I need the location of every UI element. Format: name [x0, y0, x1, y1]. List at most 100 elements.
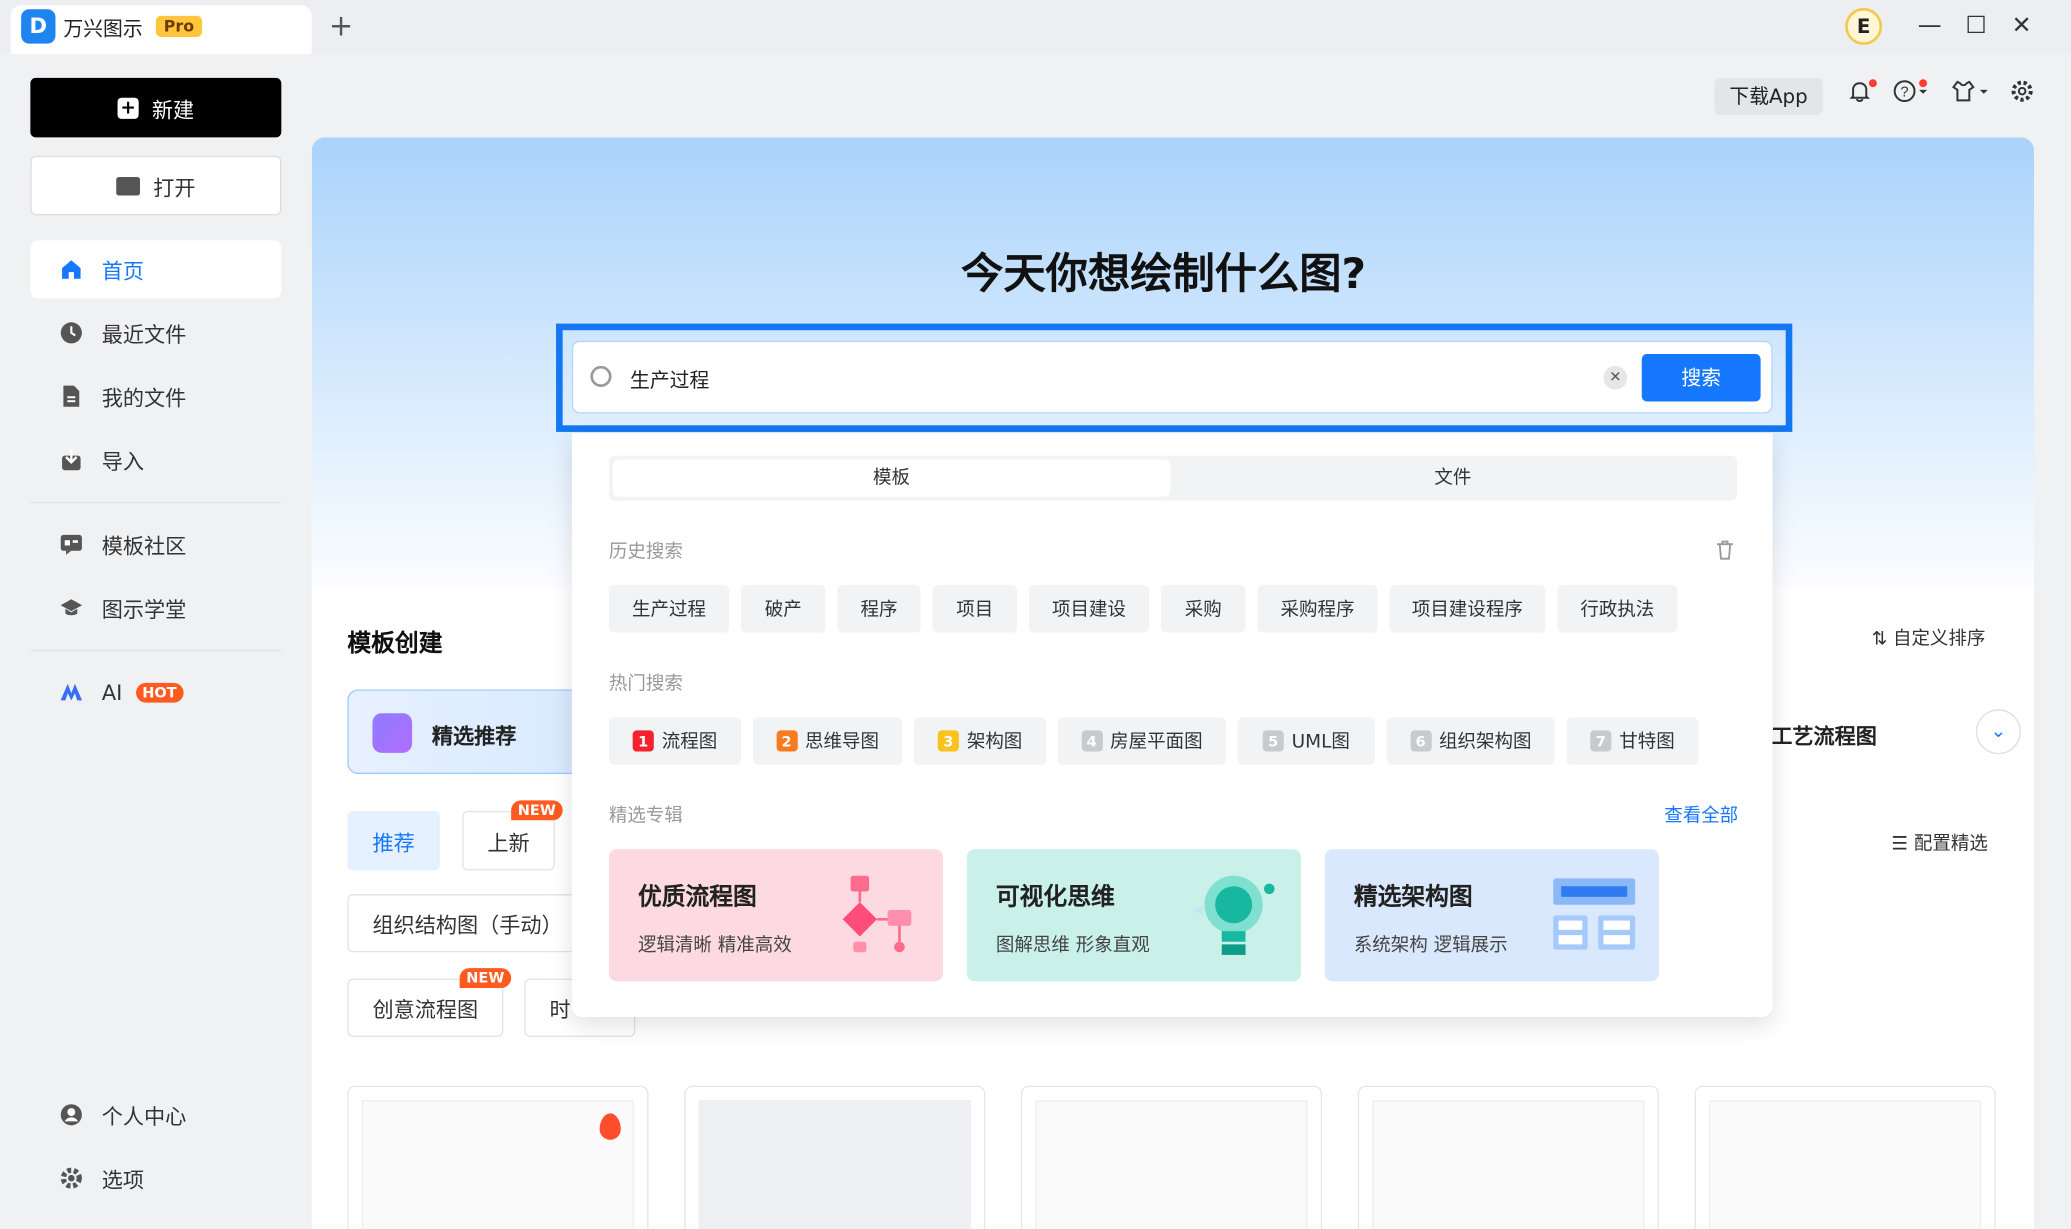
sidebar-item-label: 选项	[101, 1167, 144, 1193]
thumbnail-preview	[1372, 1100, 1645, 1229]
template-thumbnail[interactable]	[1357, 1085, 1659, 1229]
rank-badge: 3	[937, 730, 959, 752]
ai-icon	[59, 680, 83, 704]
sidebar-item-label: 图示学堂	[101, 597, 187, 623]
template-section-title: 模板创建	[347, 630, 443, 658]
minimize-icon[interactable]: —	[1918, 12, 1942, 40]
featured-card-architecture[interactable]: 精选架构图 系统架构 逻辑展示	[1324, 849, 1659, 982]
history-chip[interactable]: 项目建设	[1028, 585, 1150, 633]
maximize-icon[interactable]: ☐	[1965, 12, 1986, 40]
sidebar-item-label: 最近文件	[101, 322, 187, 348]
chevron-down-icon[interactable]: ⌄	[1975, 709, 2021, 755]
clock-icon	[59, 321, 83, 345]
hot-chip[interactable]: 4 房屋平面图	[1057, 717, 1226, 765]
history-chip[interactable]: 项目建设程序	[1389, 585, 1546, 633]
avatar[interactable]: E	[1845, 7, 1883, 45]
template-thumbnail[interactable]	[347, 1085, 649, 1229]
new-badge: NEW	[511, 800, 563, 821]
hot-chip[interactable]: 6 组织架构图	[1386, 717, 1555, 765]
close-icon[interactable]: ✕	[2012, 12, 2032, 40]
sidebar-item-profile[interactable]: 个人中心	[30, 1086, 281, 1144]
settings-icon[interactable]	[2010, 79, 2034, 109]
graduation-cap-icon	[59, 596, 83, 620]
thumbnail-preview	[361, 1100, 634, 1229]
search-button[interactable]: 搜索	[1641, 353, 1761, 402]
filter-recommend[interactable]: 推荐	[347, 810, 440, 871]
featured-card-flowchart[interactable]: 优质流程图 逻辑清晰 精准高效	[608, 849, 944, 982]
history-chip[interactable]: 采购	[1160, 585, 1246, 633]
category-label: 精选推荐	[431, 723, 517, 749]
featured-card-mindmap[interactable]: 可视化思维 图解思维 形象直观	[966, 849, 1301, 982]
new-label: 新建	[151, 97, 195, 123]
hero-title: 今天你想绘制什么图?	[961, 248, 1367, 299]
clear-icon[interactable]: ✕	[1603, 365, 1628, 390]
hot-chip[interactable]: 7 甘特图	[1566, 717, 1699, 765]
sidebar-item-home[interactable]: 首页	[30, 240, 282, 299]
open-button[interactable]: 打开	[30, 155, 282, 216]
rank-badge: 6	[1409, 730, 1432, 752]
sidebar-item-academy[interactable]: 图示学堂	[30, 579, 281, 637]
pill-org-chart[interactable]: 组织结构图（手动）	[347, 894, 588, 953]
hot-chip-label: 架构图	[966, 731, 1023, 753]
sidebar-item-label: 导入	[101, 449, 144, 475]
plus-icon: +	[117, 97, 139, 119]
shirt-icon[interactable]	[1951, 79, 1991, 109]
hot-chip[interactable]: 3 架构图	[913, 717, 1047, 765]
history-label: 历史搜索	[608, 541, 683, 563]
history-chip[interactable]: 采购程序	[1257, 585, 1378, 633]
folder-icon	[116, 176, 140, 195]
rank-badge: 7	[1590, 730, 1612, 752]
hot-chip[interactable]: 5 UML图	[1237, 717, 1375, 765]
history-chip[interactable]: 生产过程	[608, 585, 730, 633]
sort-label: 自定义排序	[1892, 628, 1986, 650]
sidebar-item-label: AI	[101, 679, 123, 705]
new-button[interactable]: + 新建	[30, 77, 282, 138]
hot-chip-label: 流程图	[661, 731, 718, 753]
tab-files[interactable]: 文件	[1174, 460, 1731, 497]
thumbnail-preview	[698, 1100, 971, 1229]
config-icon: ☰	[1891, 833, 1914, 855]
featured-label: 精选专辑	[608, 805, 683, 827]
new-tab-button[interactable]: +	[329, 11, 353, 44]
custom-sort-button[interactable]: ⇅ 自定义排序	[1872, 625, 1986, 651]
hot-chip[interactable]: 1 流程图	[608, 717, 741, 765]
template-thumbnail[interactable]	[1020, 1085, 1323, 1229]
hot-chip-label: UML图	[1291, 731, 1350, 753]
trash-icon[interactable]	[1714, 539, 1735, 565]
user-icon	[59, 1103, 83, 1127]
sidebar-item-community[interactable]: 模板社区	[30, 515, 281, 573]
file-icon	[59, 384, 83, 408]
tab-templates[interactable]: 模板	[612, 459, 1171, 497]
sidebar-item-options[interactable]: 选项	[30, 1149, 281, 1207]
history-chip[interactable]: 程序	[837, 585, 921, 633]
history-chip[interactable]: 项目	[932, 585, 1018, 633]
history-chip[interactable]: 破产	[740, 585, 826, 633]
template-thumbnail[interactable]	[684, 1085, 986, 1229]
sidebar-item-label: 模板社区	[101, 533, 187, 559]
sidebar-divider	[30, 501, 282, 504]
new-badge: NEW	[459, 968, 511, 988]
sidebar-item-ai[interactable]: AI HOT	[30, 663, 281, 721]
category-card-process[interactable]: 工艺流程图	[1771, 719, 1877, 751]
download-app-button[interactable]: 下载App	[1714, 77, 1823, 115]
import-icon	[59, 448, 83, 472]
sidebar-item-import[interactable]: 导入	[30, 431, 281, 489]
search-input[interactable]	[571, 340, 1773, 414]
app-name: 万兴图示	[63, 17, 143, 41]
hot-badge: HOT	[135, 682, 184, 703]
search-input-value[interactable]: 生产过程	[630, 366, 709, 394]
sort-icon: ⇅	[1871, 628, 1893, 650]
history-chip[interactable]: 行政执法	[1557, 585, 1678, 633]
thumbnail-preview	[1035, 1100, 1308, 1229]
config-featured-button[interactable]: ☰ 配置精选	[1891, 829, 1987, 855]
rank-badge: 1	[632, 730, 654, 752]
template-thumbnail[interactable]	[1694, 1085, 1996, 1229]
sidebar-item-recent[interactable]: 最近文件	[30, 304, 281, 362]
sidebar-divider	[30, 649, 282, 652]
sidebar-item-my-files[interactable]: 我的文件	[30, 367, 281, 425]
view-all-link[interactable]: 查看全部	[1664, 802, 1738, 828]
thumbnail-preview	[1709, 1100, 1982, 1229]
sidebar-item-label: 个人中心	[101, 1104, 187, 1130]
architecture-icon	[1553, 878, 1636, 950]
hot-chip[interactable]: 2 思维导图	[752, 717, 903, 765]
